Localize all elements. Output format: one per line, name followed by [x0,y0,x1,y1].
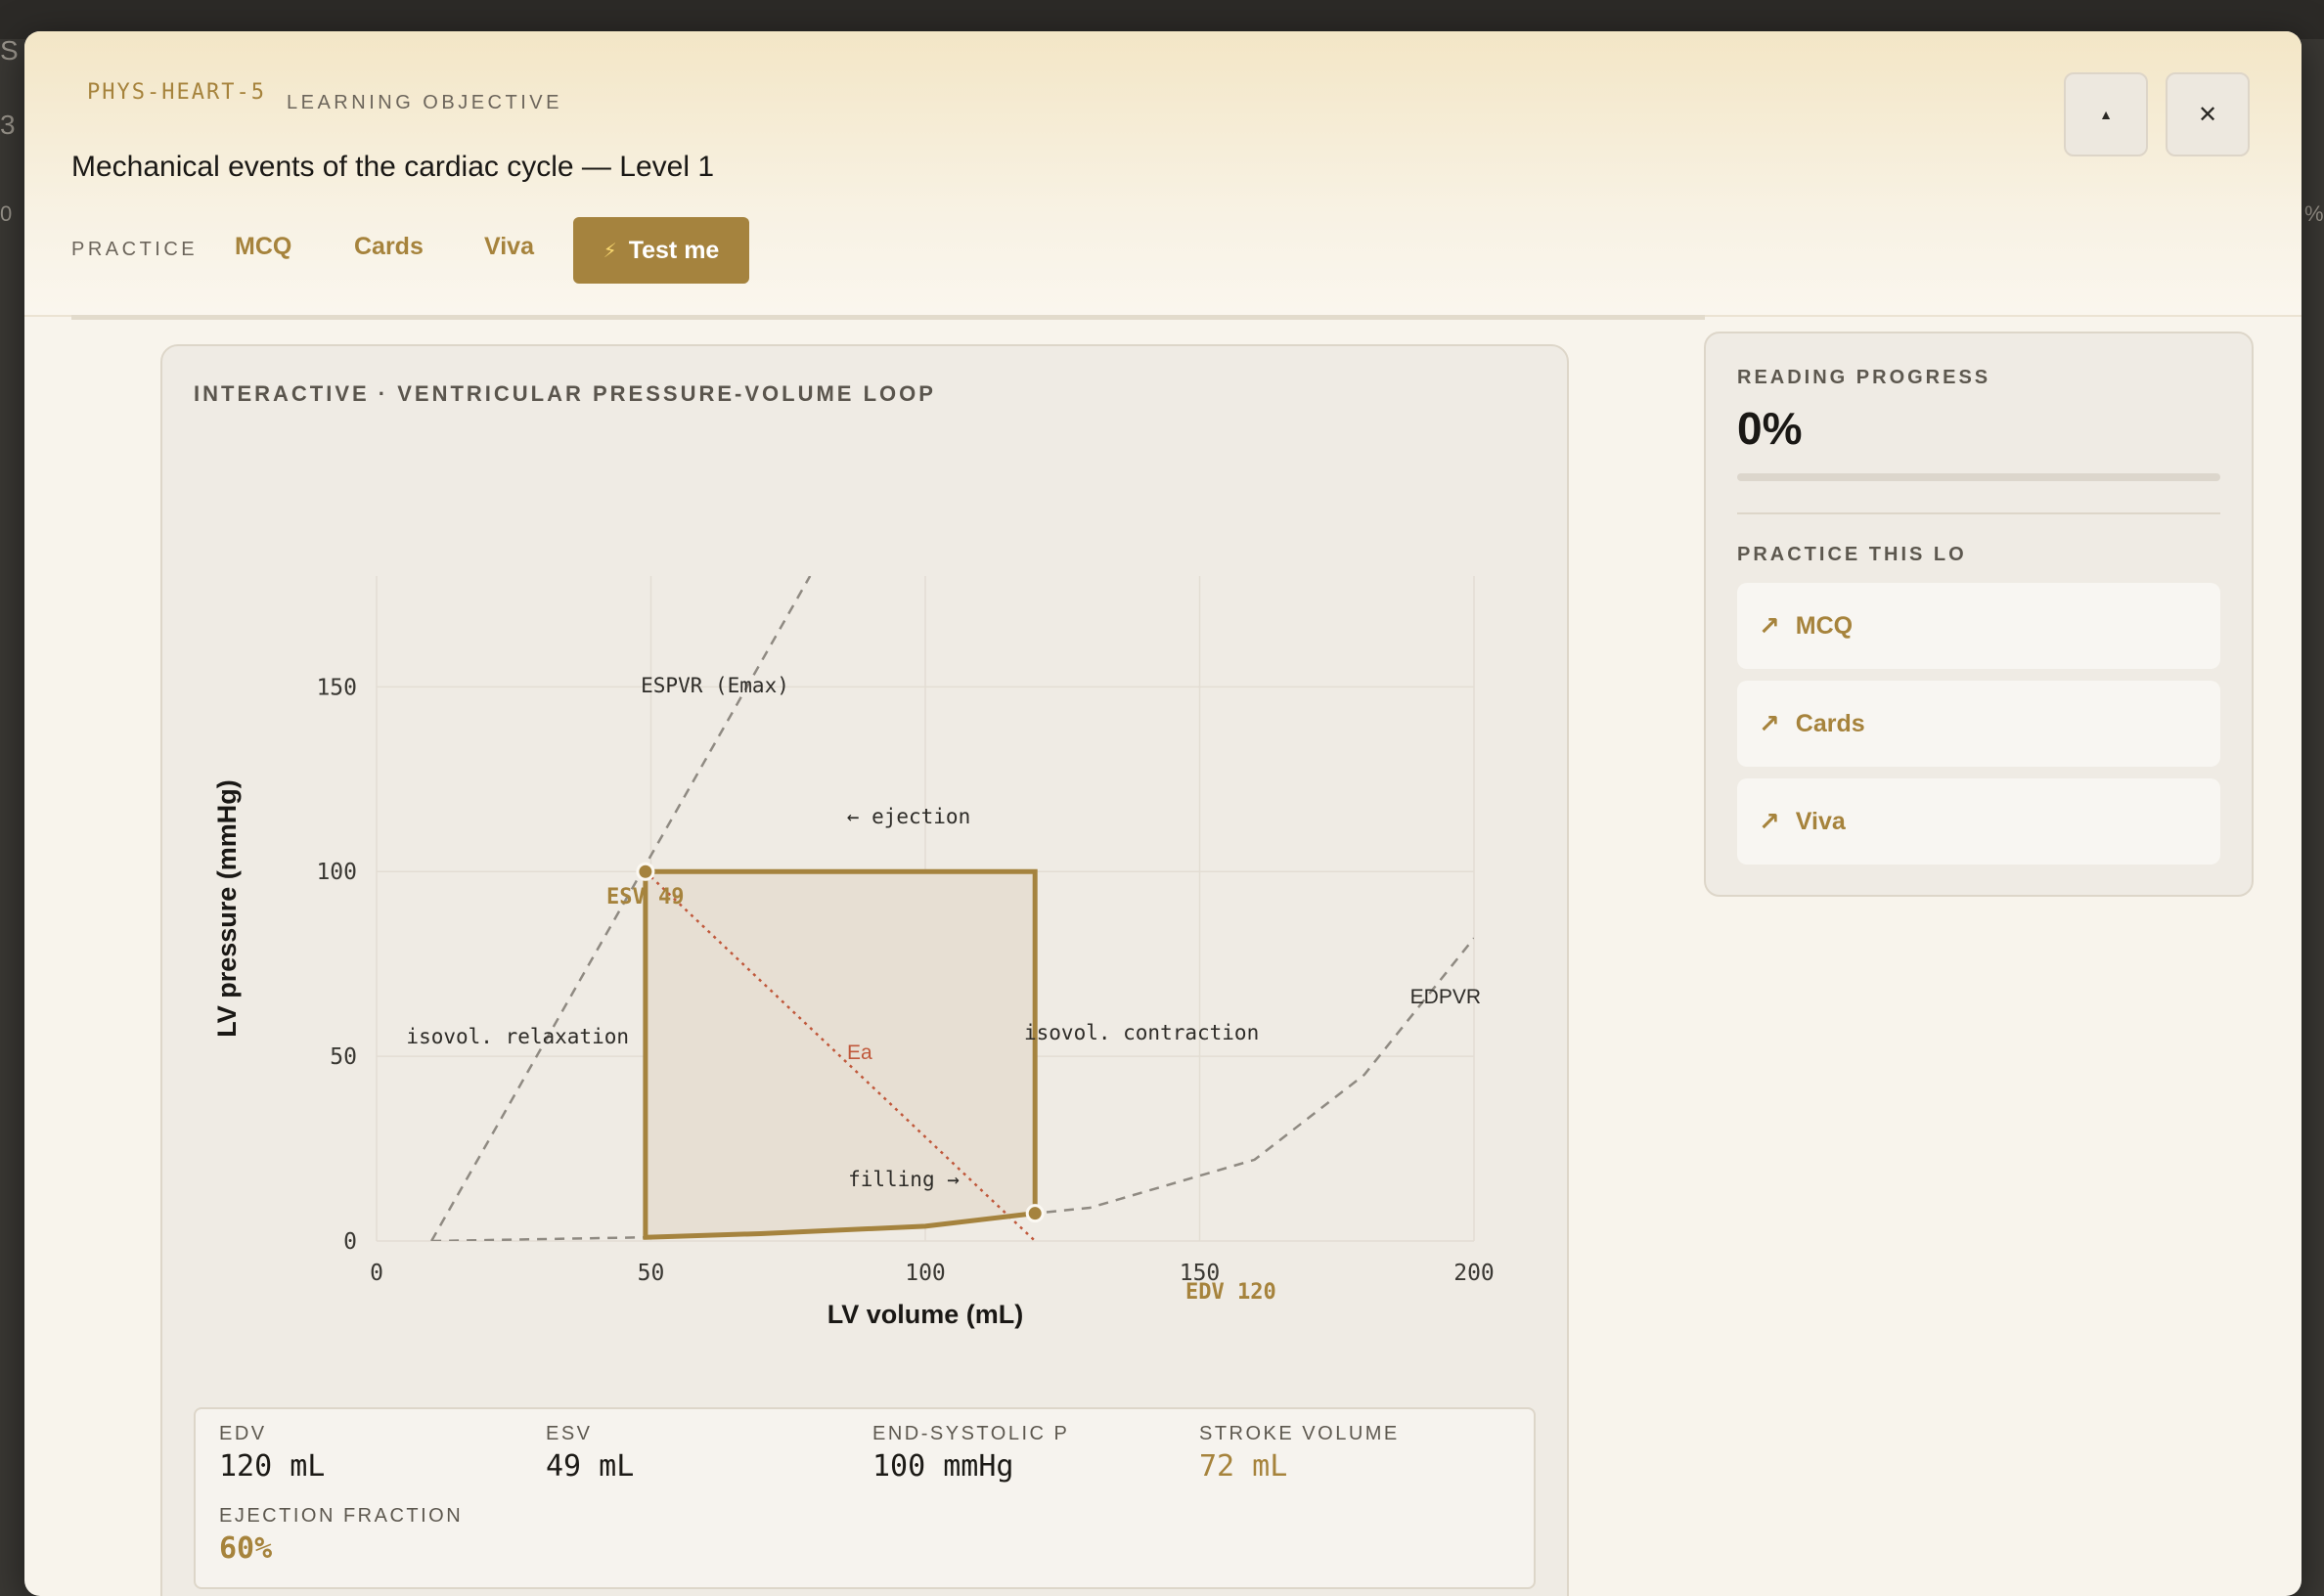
close-icon: ✕ [2197,101,2218,128]
isovol-relaxation-label: isovol. relaxation [406,1025,629,1048]
esv-label: ESV 49 [606,885,684,909]
x-tick-label: 200 [1453,1261,1495,1286]
ea-label: Ea [847,1042,872,1064]
tab-cards[interactable]: Cards [354,233,424,261]
lightning-icon: ⚡ [603,240,617,262]
modal-header: PHYS-HEART-5 LEARNING OBJECTIVE Mechanic… [24,31,2302,317]
x-axis-title: LV volume (mL) [827,1300,1024,1329]
arrow-up-right-icon: ↗ [1759,610,1780,641]
chevron-up-icon: ▲ [2099,107,2113,122]
tab-mcq[interactable]: MCQ [235,233,291,261]
stat-stroke-volume: STROKE VOLUME 72 mL [1199,1423,1400,1484]
x-tick-label: 50 [638,1261,665,1286]
practice-viva-link[interactable]: ↗ Viva [1737,778,2220,864]
page-title: Mechanical events of the cardiac cycle —… [71,151,714,183]
card-title: INTERACTIVE · VENTRICULAR PRESSURE-VOLUM… [194,381,936,406]
pv-loop-card: INTERACTIVE · VENTRICULAR PRESSURE-VOLUM… [160,344,1569,1596]
practice-item-label: Cards [1795,709,1865,737]
stat-end-systolic-pressure: END-SYSTOLIC P 100 mmHg [872,1423,1069,1484]
practice-mcq-link[interactable]: ↗ MCQ [1737,583,2220,669]
y-tick-label: 50 [330,1044,357,1070]
espvr-label: ESPVR (Emax) [641,674,789,697]
y-tick-label: 0 [343,1229,357,1255]
practice-label: PRACTICE [71,239,199,260]
background-fragment: 0 [0,201,13,226]
arrow-up-right-icon: ↗ [1759,806,1780,836]
background-fragment: 3 [0,110,16,140]
loop-stats-panel: EDV 120 mL ESV 49 mL END-SYSTOLIC P 100 … [194,1407,1536,1589]
lo-code: PHYS-HEART-5 [87,80,266,105]
content-divider [71,315,1705,320]
x-tick-label: 100 [905,1261,946,1286]
test-me-button[interactable]: ⚡ Test me [573,217,749,284]
reading-progress-value: 0% [1737,403,1803,454]
reading-progress-bar [1737,473,2220,481]
background-fragment: S [0,35,19,66]
stat-label: EDV [219,1423,267,1444]
practice-item-label: MCQ [1795,611,1854,640]
y-axis-title: LV pressure (mmHg) [212,779,242,1038]
stat-esv: ESV 49 mL [546,1423,634,1484]
close-button[interactable]: ✕ [2166,72,2250,156]
stat-value: 72 mL [1199,1449,1288,1484]
side-panel: READING PROGRESS 0% PRACTICE THIS LO ↗ M… [1704,332,2254,897]
background-fragment: % [2304,201,2324,226]
side-divider [1737,512,2220,514]
stat-label: STROKE VOLUME [1199,1423,1400,1444]
test-me-label: Test me [628,236,720,264]
collapse-button[interactable]: ▲ [2064,72,2148,156]
practice-cards-link[interactable]: ↗ Cards [1737,681,2220,767]
stat-label: END-SYSTOLIC P [872,1423,1070,1444]
y-tick-label: 150 [316,675,357,700]
pv-loop-chart[interactable]: 0 50 100 150 200050100150 ESV 49 EDV 120 ← e… [194,439,1536,1388]
stat-edv: EDV 120 mL [219,1423,325,1484]
stat-label: EJECTION FRACTION [219,1505,464,1527]
stat-value: 120 mL [219,1449,326,1484]
stat-value: 60% [219,1531,273,1566]
arrow-up-right-icon: ↗ [1759,708,1780,738]
learning-objective-modal: PHYS-HEART-5 LEARNING OBJECTIVE Mechanic… [24,31,2302,1596]
reading-progress-label: READING PROGRESS [1737,367,1991,388]
isovol-contraction-label: isovol. contraction [1024,1021,1259,1044]
stat-ejection-fraction: EJECTION FRACTION 60% [219,1505,463,1566]
filling-label: filling → [848,1168,960,1191]
tab-viva[interactable]: Viva [484,233,534,261]
esv-point [636,862,655,881]
edv-label: EDV 120 [1185,1280,1276,1305]
practice-item-label: Viva [1795,807,1846,835]
stat-value: 100 mmHg [872,1449,1014,1484]
ejection-label: ← ejection [847,805,970,828]
practice-this-lo-label: PRACTICE THIS LO [1737,544,1967,565]
lo-kind-label: LEARNING OBJECTIVE [287,92,562,113]
edv-point [1025,1204,1045,1223]
edpvr-label: EDPVR [1410,986,1481,1008]
x-tick-label: 0 [370,1261,383,1286]
stat-value: 49 mL [546,1449,635,1484]
stat-label: ESV [546,1423,593,1444]
y-tick-label: 100 [316,860,357,885]
